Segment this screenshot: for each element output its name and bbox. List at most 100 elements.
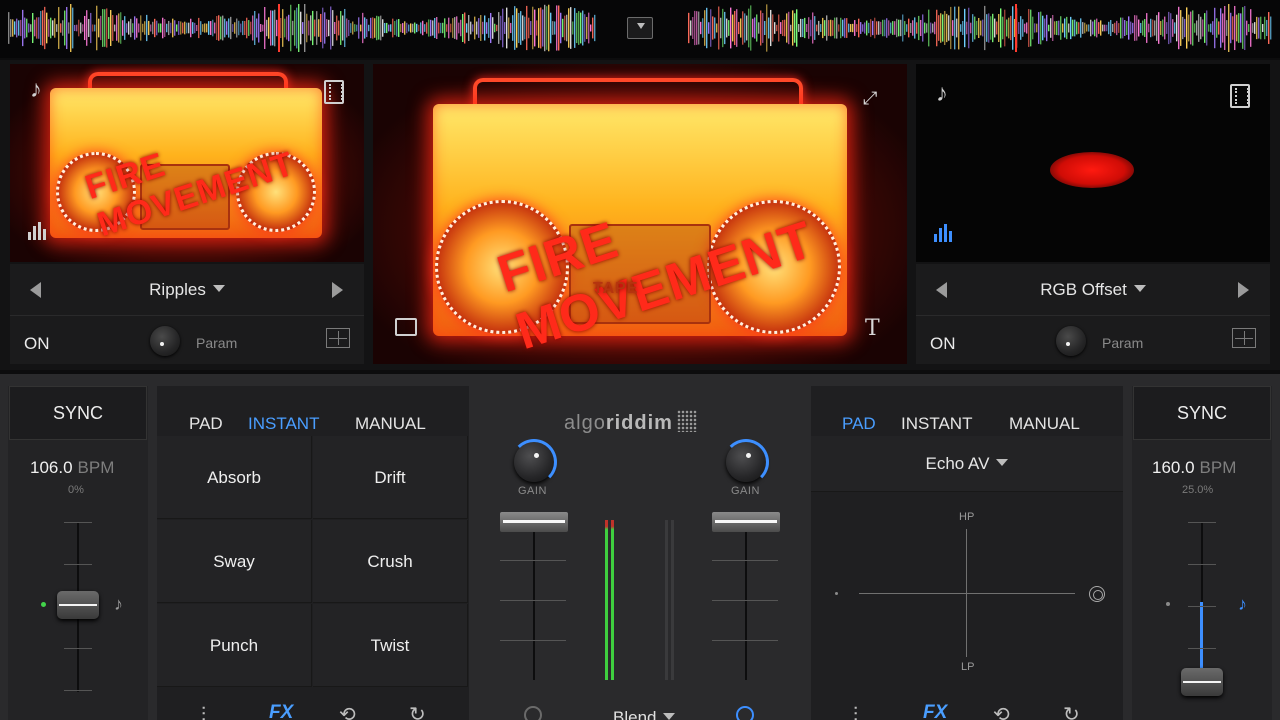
waveform-bar	[850, 24, 852, 32]
text-overlay-icon[interactable]: T	[865, 316, 880, 341]
waveform-bar	[300, 11, 302, 45]
video-fx-on-button[interactable]: ON	[930, 334, 956, 354]
right-deck-video-preview[interactable]: ♪	[916, 64, 1270, 262]
waveform-bar	[960, 24, 962, 32]
waveform-bar	[182, 22, 184, 34]
redo-icon[interactable]: ↻	[409, 702, 426, 720]
left-channel-fader-track[interactable]	[533, 524, 535, 680]
fx-pad-sway[interactable]: Sway	[157, 520, 312, 603]
key-lock-icon[interactable]: ♪	[114, 594, 123, 615]
waveform-bar	[916, 22, 918, 34]
red-splash-graphic	[1050, 152, 1134, 188]
waveform-bar	[1096, 18, 1098, 38]
left-channel-fader[interactable]	[500, 512, 568, 532]
pitch-fader-thumb[interactable]	[1181, 668, 1223, 696]
param-knob[interactable]	[1056, 326, 1086, 356]
fx-pad-punch[interactable]: Punch	[157, 604, 312, 687]
right-channel-fader[interactable]	[712, 512, 780, 532]
xy-filter-pad[interactable]: HP LP	[811, 493, 1123, 683]
next-fx-arrow-icon[interactable]	[332, 282, 343, 298]
mode-tab-manual[interactable]: MANUAL	[1009, 414, 1080, 434]
waveform-bar	[362, 12, 364, 44]
waveform-bar	[910, 23, 912, 33]
music-note-icon[interactable]: ♪	[30, 76, 42, 104]
crossfader-mode-dropdown[interactable]: Blend	[613, 708, 676, 720]
mode-tab-manual[interactable]: MANUAL	[355, 414, 426, 434]
waveform-bar	[192, 22, 194, 34]
left-gain-knob[interactable]	[511, 439, 557, 485]
equalizer-icon[interactable]	[934, 224, 956, 242]
loop-icon[interactable]: ⟲	[339, 702, 356, 720]
left-headphone-cue-icon[interactable]	[524, 706, 542, 720]
key-lock-icon[interactable]: ♪	[1238, 594, 1247, 615]
chevron-down-icon	[1133, 285, 1146, 292]
mode-tab-instant[interactable]: INSTANT	[901, 414, 972, 434]
waveform-bar	[1222, 13, 1224, 43]
equalizer-icon[interactable]	[28, 222, 50, 240]
waveform-bar	[590, 24, 592, 32]
loop-icon[interactable]: ⟲	[993, 702, 1010, 720]
waveform-bar	[68, 22, 70, 34]
waveform-bar	[324, 12, 326, 44]
waveform-bar	[712, 16, 714, 40]
eq-sliders-icon[interactable]: ⫶	[201, 704, 206, 720]
left-deck-video-preview[interactable]: FIRE MOVEMENT ♪	[10, 64, 364, 262]
target-icon[interactable]	[1089, 586, 1105, 602]
music-note-icon[interactable]: ♪	[936, 80, 948, 108]
waveform-bar	[926, 23, 928, 33]
main-video-output[interactable]: FIRE MOVEMENT TAPE ⤢ T	[373, 64, 907, 364]
film-icon[interactable]	[324, 80, 344, 104]
waveform-bar	[554, 21, 556, 35]
xy-grid-icon[interactable]	[1232, 328, 1256, 348]
video-fx-dropdown[interactable]: RGB Offset	[916, 280, 1270, 300]
param-label: Param	[1102, 335, 1144, 351]
waveform-bar	[962, 20, 964, 36]
waveform-bar	[184, 21, 186, 35]
waveform-bar	[918, 15, 920, 41]
param-knob[interactable]	[150, 326, 180, 356]
mode-tab-pad[interactable]: PAD	[189, 414, 223, 434]
fx-tab-icon[interactable]: FX	[923, 702, 947, 720]
mode-tab-instant[interactable]: INSTANT	[248, 414, 319, 434]
fx-pad-drift[interactable]: Drift	[313, 436, 468, 519]
load-track-button[interactable]	[627, 17, 653, 39]
waveform-bar	[1204, 13, 1206, 43]
audio-fx-dropdown[interactable]: Echo AV	[811, 454, 1123, 474]
waveform-bar	[1076, 21, 1078, 35]
fx-tab-icon[interactable]: FX	[269, 702, 293, 720]
film-icon[interactable]	[1230, 84, 1250, 108]
redo-icon[interactable]: ↻	[1063, 702, 1080, 720]
fx-pad-crush[interactable]: Crush	[313, 520, 468, 603]
waveform-bar	[1020, 16, 1022, 40]
image-overlay-icon[interactable]	[395, 318, 417, 336]
playhead-marker[interactable]	[1015, 4, 1017, 52]
waveform-bar	[568, 8, 570, 48]
pitch-fader-thumb[interactable]	[57, 591, 99, 619]
right-headphone-cue-icon[interactable]	[736, 706, 754, 720]
right-deck-waveform[interactable]	[688, 4, 1272, 52]
waveform-bar	[900, 19, 902, 37]
left-sync-button[interactable]: SYNC	[9, 386, 147, 440]
next-fx-arrow-icon[interactable]	[1238, 282, 1249, 298]
waveform-bar	[758, 22, 760, 34]
waveform-bar	[506, 7, 508, 49]
right-channel-fader-track[interactable]	[745, 524, 747, 680]
video-fx-dropdown[interactable]: Ripples	[10, 280, 364, 300]
playhead-marker[interactable]	[278, 4, 280, 52]
waveform-bar	[556, 5, 558, 51]
right-gain-knob[interactable]	[723, 439, 769, 485]
left-vu-meter	[605, 520, 608, 680]
mode-tab-pad[interactable]: PAD	[842, 414, 876, 434]
eq-sliders-icon[interactable]: ⫶	[853, 704, 858, 720]
expand-icon[interactable]: ⤢	[863, 88, 877, 109]
fx-pad-absorb[interactable]: Absorb	[157, 436, 312, 519]
xy-grid-icon[interactable]	[326, 328, 350, 348]
fx-pad-twist[interactable]: Twist	[313, 604, 468, 687]
waveform-bar	[424, 24, 426, 32]
waveform-bar	[146, 14, 148, 42]
left-deck-waveform[interactable]	[8, 4, 596, 52]
video-fx-on-button[interactable]: ON	[24, 334, 50, 354]
right-sync-button[interactable]: SYNC	[1133, 386, 1271, 440]
waveform-bar	[470, 21, 472, 35]
waveform-bar	[786, 13, 788, 43]
